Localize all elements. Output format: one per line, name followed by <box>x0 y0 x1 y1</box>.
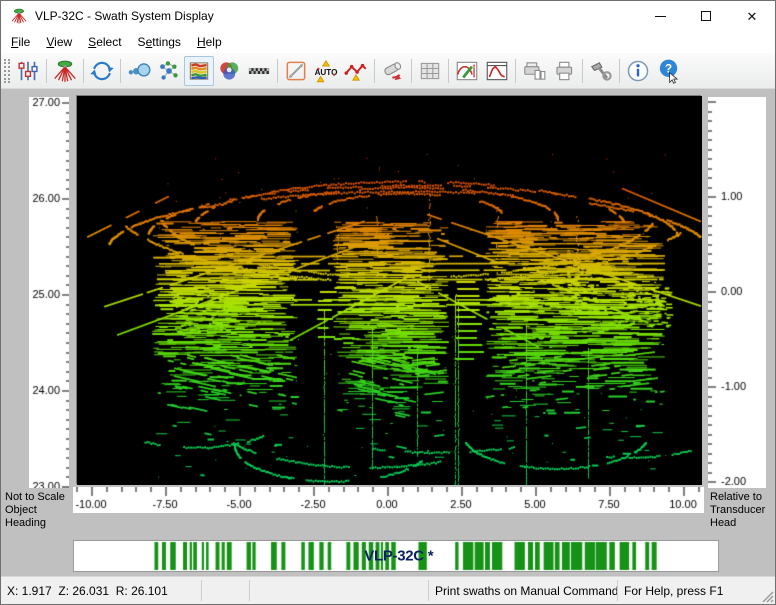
color-wheel-icon <box>216 58 242 84</box>
corner-label-right: Relative to Transducer Head <box>710 491 774 537</box>
toolbar-button-expand-range-icon[interactable] <box>281 56 311 86</box>
toolbar-button-transducer-spray-icon[interactable] <box>50 56 80 86</box>
toolbar-button-sliders-icon[interactable] <box>13 56 43 86</box>
app-window: VLP-32C - Swath System Display ✕ FileVie… <box>0 0 776 605</box>
toolbar-button-auto-scale-icon[interactable]: AUTO <box>311 56 341 86</box>
toolbar-separator <box>411 59 412 83</box>
toolbar-separator <box>83 59 84 83</box>
status-panel-1: X: 1.917 Z: 26.031 R: 26.101 <box>1 577 201 604</box>
statusbar: X: 1.917 Z: 26.031 R: 26.101 Print swaths… <box>1 576 775 604</box>
display-area: Not to Scale Object Heading Relative to … <box>1 89 775 576</box>
menu-select[interactable]: Select <box>80 32 129 52</box>
toolbar-button-print-icon[interactable] <box>549 56 579 86</box>
toolbar-grip-handle[interactable] <box>4 59 10 83</box>
toolbar-separator <box>448 59 449 83</box>
swath-plot-area[interactable] <box>76 95 701 484</box>
maximize-button[interactable] <box>683 1 729 31</box>
toolbar-button-dots-chain-icon[interactable] <box>124 56 154 86</box>
toolbar-button-checkered-bar-icon[interactable] <box>244 56 274 86</box>
menu-help[interactable]: Help <box>189 32 230 52</box>
close-icon: ✕ <box>747 10 758 23</box>
print-icon <box>551 58 577 84</box>
corner-label-left: Not to Scale Object Heading <box>5 491 72 533</box>
toolbar-button-grid-icon[interactable] <box>415 56 445 86</box>
toolbar-button-colormap-icon[interactable] <box>184 56 214 86</box>
menubar: FileViewSelectSettingsHelp <box>1 31 775 53</box>
status-panel-3 <box>250 577 428 604</box>
maximize-icon <box>701 11 711 21</box>
minimize-icon <box>655 16 666 17</box>
status-panel-2 <box>202 577 249 604</box>
menu-settings[interactable]: Settings <box>130 32 189 52</box>
tools-icon <box>588 58 614 84</box>
window-title: VLP-32C - Swath System Display <box>35 9 214 23</box>
close-button[interactable]: ✕ <box>729 1 775 31</box>
window-resize-grip[interactable] <box>761 590 774 603</box>
toolbar-button-color-wheel-icon[interactable] <box>214 56 244 86</box>
colormap-icon <box>186 58 212 84</box>
minimize-button[interactable] <box>637 1 683 31</box>
left-depth-axis <box>29 97 69 488</box>
toolbar-button-swath-roll-icon[interactable] <box>378 56 408 86</box>
app-spray-icon <box>10 7 28 25</box>
transducer-spray-icon <box>52 58 78 84</box>
toolbar-separator <box>582 59 583 83</box>
toolbar-separator <box>619 59 620 83</box>
chart-curve-icon <box>484 58 510 84</box>
swath-point-cloud[interactable] <box>77 96 702 485</box>
info-icon <box>625 58 651 84</box>
toolbar-separator <box>374 59 375 83</box>
toolbar-separator <box>46 59 47 83</box>
auto-scale-icon: AUTO <box>313 58 339 84</box>
toolbar-separator <box>277 59 278 83</box>
grid-icon <box>417 58 443 84</box>
zigzag-profile-icon <box>343 58 369 84</box>
refresh-icon <box>89 58 115 84</box>
toolbar-button-info-icon[interactable] <box>623 56 653 86</box>
expand-range-icon <box>283 58 309 84</box>
status-panel-4: Print swaths on Manual Command <box>429 577 617 604</box>
toolbar-button-chart-edit-icon[interactable] <box>452 56 482 86</box>
toolbar-button-print-pages-icon[interactable] <box>519 56 549 86</box>
menu-file[interactable]: File <box>3 32 38 52</box>
toolbar-button-tools-icon[interactable] <box>586 56 616 86</box>
toolbar-separator <box>515 59 516 83</box>
toolbar-button-help-pointer-icon[interactable]: ? <box>653 56 683 86</box>
dots-chain-icon <box>126 58 152 84</box>
window-controls: ✕ <box>637 1 775 31</box>
bottom-distance-axis <box>73 487 704 513</box>
toolbar-button-chart-curve-icon[interactable] <box>482 56 512 86</box>
menu-view[interactable]: View <box>38 32 80 52</box>
checkered-bar-icon <box>246 58 272 84</box>
swath-roll-icon <box>380 58 406 84</box>
toolbar-button-zigzag-profile-icon[interactable] <box>341 56 371 86</box>
swath-activity-strip: VLP-32C * <box>73 540 719 572</box>
titlebar[interactable]: VLP-32C - Swath System Display ✕ <box>1 1 775 31</box>
help-pointer-icon: ? <box>655 58 681 84</box>
toolbar-separator <box>120 59 121 83</box>
scatter-link-icon <box>156 58 182 84</box>
status-panel-5: For Help, press F1 <box>618 577 775 604</box>
toolbar: AUTO? <box>1 53 775 89</box>
sensor-name-label: VLP-32C * <box>364 548 433 565</box>
toolbar-button-scatter-link-icon[interactable] <box>154 56 184 86</box>
chart-edit-icon <box>454 58 480 84</box>
sliders-icon <box>15 58 41 84</box>
print-pages-icon <box>521 58 547 84</box>
toolbar-button-refresh-icon[interactable] <box>87 56 117 86</box>
right-relative-axis <box>708 97 766 488</box>
